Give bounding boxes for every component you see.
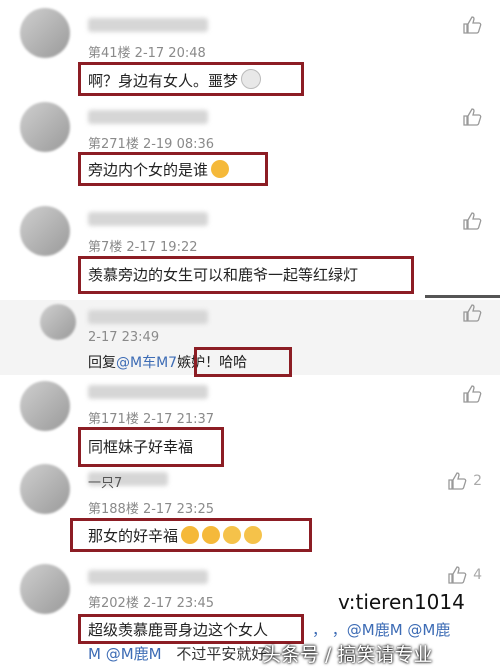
comment-text-continued: M @M鹿M 不过平安就好 bbox=[88, 643, 266, 664]
username-blurred[interactable] bbox=[88, 570, 208, 584]
comment-meta: 第7楼 2-17 19:22 bbox=[88, 240, 198, 255]
comment-text: 那女的好辛福 bbox=[88, 525, 263, 546]
thumbs-up-icon bbox=[463, 16, 482, 34]
like-button[interactable]: 2 bbox=[447, 472, 482, 490]
comment-text: 旁边内个女的是谁 bbox=[88, 159, 230, 180]
thumbs-up-icon bbox=[463, 108, 482, 126]
thumbs-up-icon bbox=[448, 472, 467, 490]
comment-meta: 第171楼 2-17 21:37 bbox=[88, 412, 215, 427]
crying-emoji-icon bbox=[244, 526, 263, 544]
thumbs-up-icon bbox=[463, 304, 482, 322]
skull-emoji-icon bbox=[241, 69, 262, 89]
username-blurred[interactable] bbox=[88, 310, 208, 324]
comment-meta: 2-17 23:49 bbox=[88, 330, 160, 345]
comment-meta: 第188楼 2-17 23:25 bbox=[88, 502, 215, 517]
comment-text: 同框妹子好幸福 bbox=[88, 438, 194, 456]
comment-text: 羡慕旁边的女生可以和鹿爷一起等红绿灯 bbox=[88, 266, 359, 284]
like-button[interactable] bbox=[462, 385, 482, 403]
thumbs-up-icon bbox=[463, 212, 482, 230]
username-tail: 一只7 bbox=[88, 476, 123, 491]
avatar[interactable] bbox=[20, 464, 70, 514]
username-blurred[interactable] bbox=[88, 18, 208, 32]
like-count: 2 bbox=[473, 473, 482, 489]
mention-links[interactable]: M @M鹿M bbox=[88, 645, 162, 663]
watermark-text: v:tieren1014 bbox=[338, 590, 465, 614]
comment-text: 啊？身边有女人。噩梦 bbox=[88, 69, 262, 91]
divider bbox=[425, 295, 500, 298]
shocked-emoji-icon bbox=[211, 160, 230, 178]
comment-item: 第7楼 2-17 19:22 羡慕旁边的女生可以和鹿爷一起等红绿灯 bbox=[0, 200, 500, 300]
avatar[interactable] bbox=[20, 102, 70, 152]
shocked-emoji-icon bbox=[181, 526, 200, 544]
username-blurred[interactable] bbox=[88, 212, 208, 226]
avatar[interactable] bbox=[20, 206, 70, 256]
comment-meta: 第41楼 2-17 20:48 bbox=[88, 46, 206, 61]
avatar[interactable] bbox=[20, 564, 70, 614]
comment-text-content: 那女的好辛福 bbox=[88, 527, 179, 545]
comment-text-content: 啊？身边有女人。噩梦 bbox=[88, 72, 239, 90]
comment-item: 第41楼 2-17 20:48 啊？身边有女人。噩梦 bbox=[0, 0, 500, 100]
highlight-box bbox=[194, 347, 292, 377]
shocked-emoji-icon bbox=[202, 526, 221, 544]
avatar[interactable] bbox=[20, 381, 70, 431]
reply-item: 2-17 23:49 回复@M车M7嫉妒！哈哈 bbox=[0, 300, 500, 377]
brand-watermark: 头条号 / 搞笑请专业 bbox=[262, 644, 433, 666]
username-blurred[interactable] bbox=[88, 385, 208, 399]
comment-item: 一只7 第188楼 2-17 23:25 2 那女的好辛福 bbox=[0, 460, 500, 560]
crying-emoji-icon bbox=[223, 526, 242, 544]
like-count: 4 bbox=[473, 567, 482, 583]
comment-meta: 第271楼 2-19 08:36 bbox=[88, 137, 215, 152]
comment-item: 第271楼 2-19 08:36 旁边内个女的是谁 bbox=[0, 100, 500, 200]
like-button[interactable] bbox=[462, 16, 482, 34]
like-button[interactable] bbox=[462, 212, 482, 230]
comment-meta: 第202楼 2-17 23:45 bbox=[88, 596, 215, 611]
username-blurred[interactable] bbox=[88, 110, 208, 124]
thumbs-up-icon bbox=[463, 385, 482, 403]
like-button[interactable]: 4 bbox=[447, 566, 482, 584]
comment-text: 超级羡慕鹿哥身边这个女人 bbox=[88, 621, 269, 639]
mention-links[interactable]: ， ，@M鹿M @M鹿 bbox=[312, 619, 450, 640]
reply-mention-link[interactable]: @M车M7 bbox=[116, 355, 177, 371]
avatar[interactable] bbox=[20, 8, 70, 58]
like-button[interactable] bbox=[462, 108, 482, 126]
reply-prefix: 回复 bbox=[88, 355, 116, 371]
comment-item: 第171楼 2-17 21:37 同框妹子好幸福 bbox=[0, 375, 500, 470]
avatar[interactable] bbox=[40, 304, 76, 340]
comment-text-content: 旁边内个女的是谁 bbox=[88, 161, 209, 179]
comment-text-tail: 不过平安就好 bbox=[176, 645, 267, 663]
like-button[interactable] bbox=[462, 304, 482, 322]
thumbs-up-icon bbox=[448, 566, 467, 584]
